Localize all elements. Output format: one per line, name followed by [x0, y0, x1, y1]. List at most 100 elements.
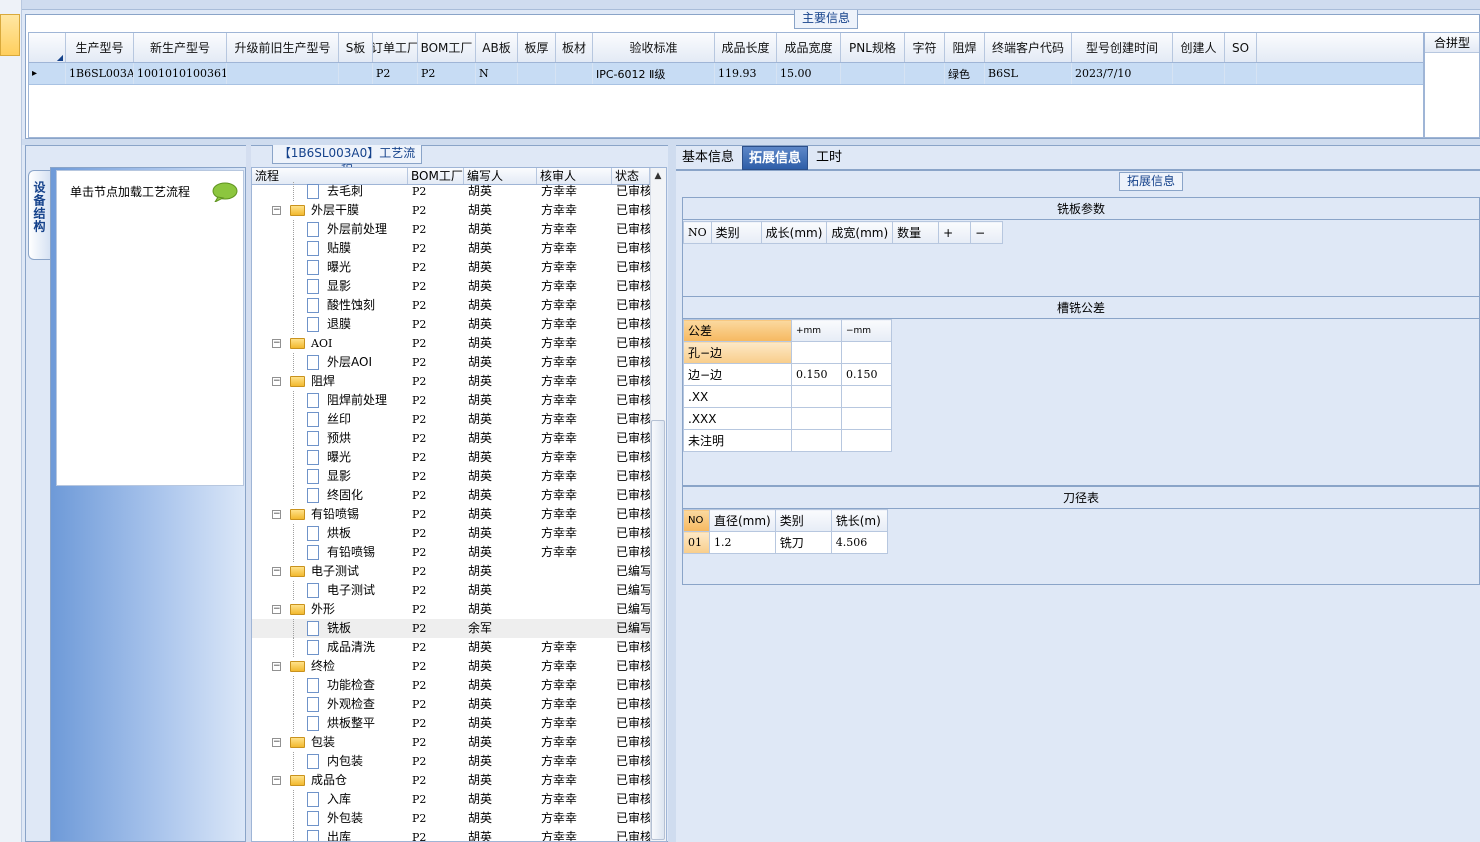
tolerance-cell[interactable]: 边−边 [683, 363, 792, 386]
tree-row[interactable]: 功能检查 P2 胡英 方幸幸 已审核 [252, 676, 666, 695]
tolerance-row[interactable]: 未注明 [683, 429, 892, 452]
collapse-icon[interactable]: − [272, 605, 281, 614]
main-cell[interactable] [227, 63, 339, 84]
grid-corner[interactable]: ◢ [29, 33, 66, 62]
mill-param-header[interactable]: NO [683, 221, 712, 244]
tolerance-row[interactable]: 边−边 0.150 0.150 [683, 363, 892, 386]
tree-row[interactable]: − 包装 P2 胡英 方幸幸 已审核 [252, 733, 666, 752]
collapse-icon[interactable]: − [272, 738, 281, 747]
tree-row[interactable]: 曝光 P2 胡英 方幸幸 已审核 [252, 448, 666, 467]
tolerance-cell[interactable]: 0.150 [791, 363, 842, 386]
tree-row[interactable]: 贴膜 P2 胡英 方幸幸 已审核 [252, 239, 666, 258]
main-col-header[interactable]: 终端客户代码 [985, 33, 1072, 62]
main-col-header[interactable]: 订单工厂 [373, 33, 418, 62]
main-col-header[interactable]: 成品长度 [715, 33, 777, 62]
main-cell[interactable]: 10010101003613 [134, 63, 227, 84]
tree-row[interactable]: 烘板整平 P2 胡英 方幸幸 已审核 [252, 714, 666, 733]
main-grid-row[interactable]: ▸1B6SL003A010010101003613P2P2NIPC-6012 Ⅱ… [29, 63, 1423, 85]
tree-row[interactable]: 终固化 P2 胡英 方幸幸 已审核 [252, 486, 666, 505]
main-cell[interactable]: N [476, 63, 518, 84]
main-col-header[interactable]: S板 [339, 33, 373, 62]
tree-row[interactable]: 出库 P2 胡英 方幸幸 已审核 [252, 828, 666, 841]
tolerance-cell[interactable] [841, 407, 892, 430]
main-col-header[interactable]: 生产型号 [66, 33, 134, 62]
main-cell[interactable]: IPC-6012 Ⅱ级 [593, 63, 715, 84]
tree-row[interactable]: − 外层干膜 P2 胡英 方幸幸 已审核 [252, 201, 666, 220]
tolerance-cell[interactable]: .XXX [683, 407, 792, 430]
tolerance-cell[interactable]: 未注明 [683, 429, 792, 452]
tolerance-cell[interactable] [791, 429, 842, 452]
main-col-header[interactable]: 阻焊 [945, 33, 985, 62]
main-cell[interactable] [339, 63, 373, 84]
equipment-structure-tab[interactable]: 设备结构 [28, 170, 50, 260]
nav-tree-box[interactable] [56, 170, 244, 486]
main-cell[interactable]: 绿色 [945, 63, 985, 84]
tab-basic-info[interactable]: 基本信息 [676, 146, 740, 170]
main-cell[interactable]: 1B6SL003A0 [66, 63, 134, 84]
main-col-header[interactable]: AB板 [476, 33, 518, 62]
main-col-header[interactable]: SO [1225, 33, 1257, 62]
tab-work-hours[interactable]: 工时 [810, 146, 848, 170]
tolerance-cell[interactable]: .XX [683, 385, 792, 408]
main-col-header[interactable]: 板厚 [518, 33, 556, 62]
tool-cell[interactable]: 1.2 [709, 531, 776, 554]
tolerance-cell[interactable] [791, 341, 842, 364]
main-cell[interactable]: 2023/7/10 [1072, 63, 1173, 84]
main-cell[interactable]: P2 [373, 63, 418, 84]
tree-scroll-thumb[interactable] [651, 420, 665, 840]
main-col-header[interactable]: 字符 [905, 33, 945, 62]
tree-row[interactable]: 成品清洗 P2 胡英 方幸幸 已审核 [252, 638, 666, 657]
tree-row[interactable]: − AOI P2 胡英 方幸幸 已审核 [252, 334, 666, 353]
main-col-header[interactable]: 升级前旧生产型号 [227, 33, 339, 62]
main-col-header[interactable]: 创建人 [1173, 33, 1225, 62]
tolerance-row[interactable]: 孔−边 [683, 341, 892, 364]
tree-row[interactable]: 电子测试 P2 胡英 已编写 [252, 581, 666, 600]
tab-extended-info[interactable]: 拓展信息 [742, 146, 809, 170]
main-col-header[interactable]: PNL规格 [841, 33, 905, 62]
tree-row[interactable]: − 成品仓 P2 胡英 方幸幸 已审核 [252, 771, 666, 790]
tolerance-cell[interactable]: 孔−边 [683, 341, 792, 364]
tolerance-cell[interactable] [841, 341, 892, 364]
tool-cell[interactable]: 4.506 [830, 531, 888, 554]
tolerance-cell[interactable] [791, 385, 842, 408]
tree-row[interactable]: 预烘 P2 胡英 方幸幸 已审核 [252, 429, 666, 448]
mill-param-header[interactable]: 数量 [892, 221, 940, 244]
tool-cell[interactable]: 01 [683, 531, 710, 554]
dock-tab[interactable] [0, 14, 20, 56]
main-cell[interactable] [1225, 63, 1257, 84]
tree-row[interactable]: 退膜 P2 胡英 方幸幸 已审核 [252, 315, 666, 334]
tolerance-row[interactable]: .XXX [683, 407, 892, 430]
tree-row[interactable]: 烘板 P2 胡英 方幸幸 已审核 [252, 524, 666, 543]
tree-row[interactable]: 显影 P2 胡英 方幸幸 已审核 [252, 277, 666, 296]
tolerance-cell[interactable] [791, 407, 842, 430]
tree-row[interactable]: 内包装 P2 胡英 方幸幸 已审核 [252, 752, 666, 771]
tree-row[interactable]: 曝光 P2 胡英 方幸幸 已审核 [252, 258, 666, 277]
main-col-header[interactable]: 成品宽度 [777, 33, 841, 62]
tree-row[interactable]: 丝印 P2 胡英 方幸幸 已审核 [252, 410, 666, 429]
collapse-icon[interactable]: − [272, 662, 281, 671]
tree-row[interactable]: 外观检查 P2 胡英 方幸幸 已审核 [252, 695, 666, 714]
tolerance-cell[interactable] [841, 429, 892, 452]
tree-row[interactable]: 阻焊前处理 P2 胡英 方幸幸 已审核 [252, 391, 666, 410]
main-cell[interactable]: 15.00 [777, 63, 841, 84]
main-col-header[interactable]: 新生产型号 [134, 33, 227, 62]
tree-row[interactable]: 去毛刺 P2 胡英 方幸幸 已审核 [252, 182, 666, 201]
right-splitter[interactable] [668, 145, 676, 842]
main-col-header[interactable]: 验收标准 [593, 33, 715, 62]
collapse-icon[interactable]: − [272, 776, 281, 785]
tree-row[interactable]: 显影 P2 胡英 方幸幸 已审核 [252, 467, 666, 486]
tree-row[interactable]: − 阻焊 P2 胡英 方幸幸 已审核 [252, 372, 666, 391]
tolerance-cell[interactable]: 0.150 [841, 363, 892, 386]
main-col-header[interactable]: 板材 [556, 33, 593, 62]
tolerance-cell[interactable] [841, 385, 892, 408]
main-cell[interactable] [905, 63, 945, 84]
tolerance-row[interactable]: .XX [683, 385, 892, 408]
collapse-icon[interactable]: − [272, 377, 281, 386]
tool-cell[interactable]: 铣刀 [774, 531, 832, 554]
tree-row[interactable]: 酸性蚀刻 P2 胡英 方幸幸 已审核 [252, 296, 666, 315]
main-cell[interactable] [518, 63, 556, 84]
tree-row[interactable]: − 电子测试 P2 胡英 已编写 [252, 562, 666, 581]
collapse-icon[interactable]: − [272, 567, 281, 576]
tree-row[interactable]: 入库 P2 胡英 方幸幸 已审核 [252, 790, 666, 809]
collapse-icon[interactable]: − [272, 510, 281, 519]
